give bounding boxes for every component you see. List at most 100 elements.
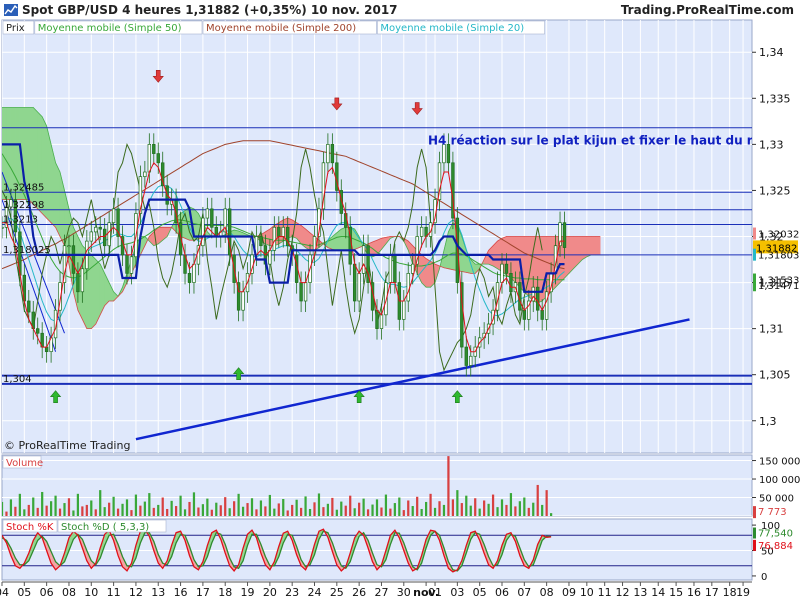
candle-body [147, 144, 152, 173]
candle-body [111, 208, 116, 224]
stoch-k-value: 76,884 [758, 541, 793, 552]
volume-tick-label: 50 000 [759, 494, 794, 505]
candle-body [268, 249, 272, 265]
x-tick-label: 20 [263, 586, 277, 599]
candle-body [303, 282, 308, 302]
cloud-bear-segment [590, 236, 597, 256]
candle-body [205, 208, 210, 219]
candle-body [125, 254, 129, 274]
x-tick-label: 12 [129, 586, 143, 599]
x-tick-label: 26 [352, 586, 366, 599]
candle-body [107, 222, 111, 247]
left-level-label: 1,318025 [3, 245, 51, 256]
x-tick-label: 15 [669, 586, 683, 599]
candle-body [357, 273, 361, 302]
candle-body [464, 346, 468, 366]
cloud-bear-segment [582, 236, 588, 261]
legend-prix: Prix [6, 23, 25, 34]
candle-body [80, 268, 85, 293]
candle-body [352, 263, 357, 302]
candle-body [299, 282, 303, 302]
candle-body [67, 245, 71, 248]
x-tick-label: 10 [580, 586, 594, 599]
x-tick-label: 14 [651, 586, 665, 599]
legend-item: Moyenne mobile (Simple 200) [206, 23, 356, 34]
candle-body [500, 263, 504, 283]
x-tick-label: 27 [374, 586, 388, 599]
candle-body [419, 226, 424, 237]
y-tick-label: 1,31 [759, 323, 784, 336]
x-tick-label: 24 [308, 586, 322, 599]
left-level-label: 1,304 [3, 374, 32, 385]
stoch-d-value: 77,540 [758, 529, 793, 540]
x-tick-label: 18 [723, 586, 737, 599]
cloud-bear-segment [573, 236, 579, 270]
stoch-k-marker [753, 539, 756, 551]
x-tick-label: 18 [218, 586, 232, 599]
stoch-d-marker [753, 527, 756, 539]
x-tick-label: 05 [473, 586, 487, 599]
candle-body [562, 222, 567, 248]
x-tick-label: 12 [616, 586, 630, 599]
x-tick-label: 17 [196, 586, 210, 599]
x-tick-label: 17 [705, 586, 719, 599]
candle-body [509, 273, 513, 293]
candle-body [277, 226, 281, 237]
cloud-bear-segment [595, 236, 601, 256]
value-marker [753, 279, 756, 292]
y-tick-label: 1,305 [759, 369, 791, 382]
candle-body [89, 231, 93, 242]
stoch-tick-label: 0 [761, 572, 767, 583]
cloud-bull-segment [340, 226, 347, 251]
candle-body [411, 263, 415, 274]
x-tick-label: 10 [84, 586, 98, 599]
x-tick-label: 16 [687, 586, 701, 599]
cloud-bear-segment [586, 236, 592, 258]
watermark-text: © ProRealTime Trading [4, 439, 130, 452]
candle-body [2, 226, 4, 229]
value-label: 1,31471 [758, 281, 799, 292]
value-label: 1,31803 [758, 251, 799, 262]
value-marker [753, 248, 756, 261]
chart-svg[interactable]: H4 réaction sur le plat kijun et fixer l… [0, 0, 800, 600]
x-tick-label: 06 [495, 586, 509, 599]
x-tick-label: 08 [62, 586, 76, 599]
x-tick-label: 25 [330, 586, 344, 599]
annotation-text: H4 réaction sur le plat kijun et fixer l… [428, 133, 786, 147]
x-tick-label: 30 [397, 586, 411, 599]
candle-body [504, 263, 509, 274]
candle-body [469, 355, 473, 366]
legend-item: Moyenne mobile (Simple 50) [38, 23, 182, 34]
x-tick-label: 13 [633, 586, 647, 599]
candle-body [201, 217, 205, 247]
volume-label: Volume [6, 458, 43, 469]
x-tick-label: 16 [174, 586, 188, 599]
candle-body [44, 346, 49, 353]
candle-body [210, 208, 214, 228]
stoch-plot [2, 528, 752, 573]
candle-body [241, 291, 245, 311]
y-tick-label: 1,325 [759, 184, 791, 197]
candle-body [393, 254, 397, 283]
volume-tick-label: 150 000 [759, 457, 800, 468]
candle-body [102, 228, 107, 247]
y-tick-label: 1,335 [759, 92, 791, 105]
candle-body [259, 236, 263, 247]
candle-body [402, 300, 406, 320]
x-tick-label: 19 [241, 586, 255, 599]
legend-item: Moyenne mobile (Simple 20) [380, 23, 524, 34]
candle-body [522, 309, 527, 320]
value-label: 1,32032 [758, 230, 799, 241]
x-tick-label: 01 [428, 586, 442, 599]
candle-body [27, 300, 31, 313]
candle-body [36, 328, 40, 334]
candle-body [98, 226, 102, 230]
x-tick-label: 19 [736, 586, 750, 599]
candle-body [129, 256, 134, 274]
candle-body [536, 286, 540, 311]
candle-body [156, 153, 160, 164]
left-level-label: 1,32485 [3, 182, 44, 193]
left-level-label: 1,3213 [3, 215, 38, 226]
volume-tick-label: 100 000 [759, 475, 800, 486]
x-tick-label: 23 [285, 586, 299, 599]
